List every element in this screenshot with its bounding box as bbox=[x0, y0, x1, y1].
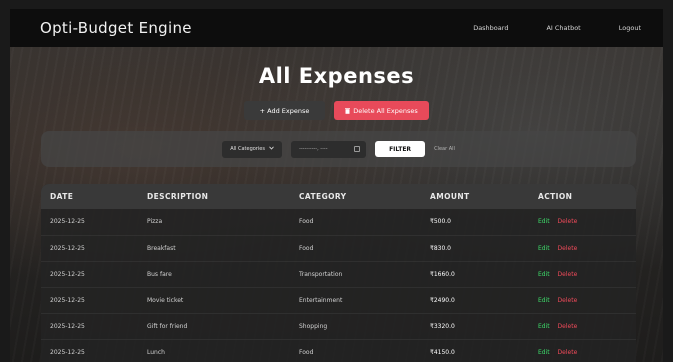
category-select-value: All Categories bbox=[230, 146, 265, 152]
header-action: ACTION bbox=[538, 192, 573, 201]
date-input[interactable]: ----------, ---- bbox=[291, 140, 367, 158]
cell-action: Edit Delete bbox=[529, 313, 636, 339]
clear-all-link[interactable]: Clear All bbox=[434, 146, 455, 152]
edit-link[interactable]: Edit bbox=[538, 218, 550, 225]
header-category[interactable]: CATEGORY bbox=[290, 184, 421, 209]
delete-link[interactable]: Delete bbox=[558, 271, 578, 278]
cell-description: Breakfast bbox=[147, 244, 176, 252]
cell-amount: ₹500.0 bbox=[430, 218, 451, 226]
category-select[interactable]: All Categories bbox=[222, 140, 283, 158]
action-buttons: + Add Expense Delete All Expenses bbox=[10, 101, 663, 120]
cell-description: Pizza bbox=[147, 218, 163, 226]
edit-link[interactable]: Edit bbox=[538, 349, 550, 356]
delete-link[interactable]: Delete bbox=[558, 245, 578, 252]
table-row: 2025-12-25 Pizza Food ₹500.0 Edit Delete bbox=[41, 209, 636, 235]
cell-category: Entertainment bbox=[299, 296, 343, 304]
navbar: Opti-Budget Engine Dashboard AI Chatbot … bbox=[10, 9, 663, 47]
cell-action: Edit Delete bbox=[529, 287, 636, 313]
cell-amount: ₹4150.0 bbox=[430, 348, 455, 356]
cell-date: 2025-12-25 bbox=[50, 270, 85, 278]
app-frame: Opti-Budget Engine Dashboard AI Chatbot … bbox=[10, 9, 663, 362]
cell-action: Edit Delete bbox=[529, 261, 636, 287]
cell-description: Movie ticket bbox=[147, 296, 184, 304]
table-row: 2025-12-25 Lunch Food ₹4150.0 Edit Delet… bbox=[41, 339, 636, 362]
cell-category: Food bbox=[299, 244, 314, 252]
nav-links: Dashboard AI Chatbot Logout bbox=[473, 24, 641, 32]
page-title: All Expenses bbox=[258, 64, 415, 88]
header-description[interactable]: DESCRIPTION bbox=[138, 184, 290, 209]
cell-action: Edit Delete bbox=[529, 209, 636, 235]
expenses-table: DATE DESCRIPTION CATEGORY AMOUNT ACTION … bbox=[41, 184, 636, 362]
trash-icon bbox=[345, 107, 351, 114]
date-placeholder: ----------, ---- bbox=[299, 146, 328, 152]
edit-link[interactable]: Edit bbox=[538, 297, 550, 304]
nav-link-logout[interactable]: Logout bbox=[619, 24, 641, 32]
cell-action: Edit Delete bbox=[529, 339, 636, 362]
cell-date: 2025-12-25 bbox=[50, 322, 85, 330]
cell-category: Transportation bbox=[299, 270, 343, 278]
nav-link-ai-chatbot[interactable]: AI Chatbot bbox=[546, 24, 580, 32]
cell-description: Gift for friend bbox=[147, 322, 188, 330]
delete-link[interactable]: Delete bbox=[558, 297, 578, 304]
cell-amount: ₹3320.0 bbox=[430, 322, 455, 330]
table-header-row: DATE DESCRIPTION CATEGORY AMOUNT ACTION bbox=[41, 184, 636, 209]
cell-category: Food bbox=[299, 348, 314, 356]
delete-link[interactable]: Delete bbox=[558, 323, 578, 330]
edit-link[interactable]: Edit bbox=[538, 323, 550, 330]
edit-link[interactable]: Edit bbox=[538, 271, 550, 278]
cell-category: Food bbox=[299, 218, 314, 226]
header-date[interactable]: DATE bbox=[41, 184, 138, 209]
filter-button[interactable]: FILTER bbox=[375, 141, 426, 157]
calendar-icon[interactable] bbox=[354, 146, 361, 152]
cell-date: 2025-12-25 bbox=[50, 348, 85, 356]
cell-description: Lunch bbox=[147, 348, 165, 356]
delete-all-label: Delete All Expenses bbox=[353, 106, 418, 115]
delete-all-expenses-button[interactable]: Delete All Expenses bbox=[334, 101, 429, 120]
header-amount[interactable]: AMOUNT bbox=[421, 184, 529, 209]
chevron-down-icon bbox=[269, 146, 274, 152]
cell-amount: ₹2490.0 bbox=[430, 296, 455, 304]
cell-action: Edit Delete bbox=[529, 235, 636, 261]
table-row: 2025-12-25 Breakfast Food ₹830.0 Edit De… bbox=[41, 235, 636, 261]
delete-link[interactable]: Delete bbox=[558, 218, 578, 225]
table-row: 2025-12-25 Gift for friend Shopping ₹332… bbox=[41, 313, 636, 339]
nav-link-dashboard[interactable]: Dashboard bbox=[473, 24, 508, 32]
table-row: 2025-12-25 Bus fare Transportation ₹1660… bbox=[41, 261, 636, 287]
cell-date: 2025-12-25 bbox=[50, 218, 85, 226]
table-row: 2025-12-25 Movie ticket Entertainment ₹2… bbox=[41, 287, 636, 313]
edit-link[interactable]: Edit bbox=[538, 245, 550, 252]
brand-logo[interactable]: Opti-Budget Engine bbox=[40, 19, 192, 37]
cell-description: Bus fare bbox=[147, 270, 172, 278]
cell-date: 2025-12-25 bbox=[50, 296, 85, 304]
cell-date: 2025-12-25 bbox=[50, 244, 85, 252]
cell-amount: ₹1660.0 bbox=[430, 270, 455, 278]
delete-link[interactable]: Delete bbox=[558, 349, 578, 356]
cell-category: Shopping bbox=[299, 322, 328, 330]
cell-amount: ₹830.0 bbox=[430, 244, 451, 252]
filter-bar: All Categories ----------, ---- FILTER C… bbox=[41, 131, 636, 167]
add-expense-button[interactable]: + Add Expense bbox=[244, 101, 325, 120]
